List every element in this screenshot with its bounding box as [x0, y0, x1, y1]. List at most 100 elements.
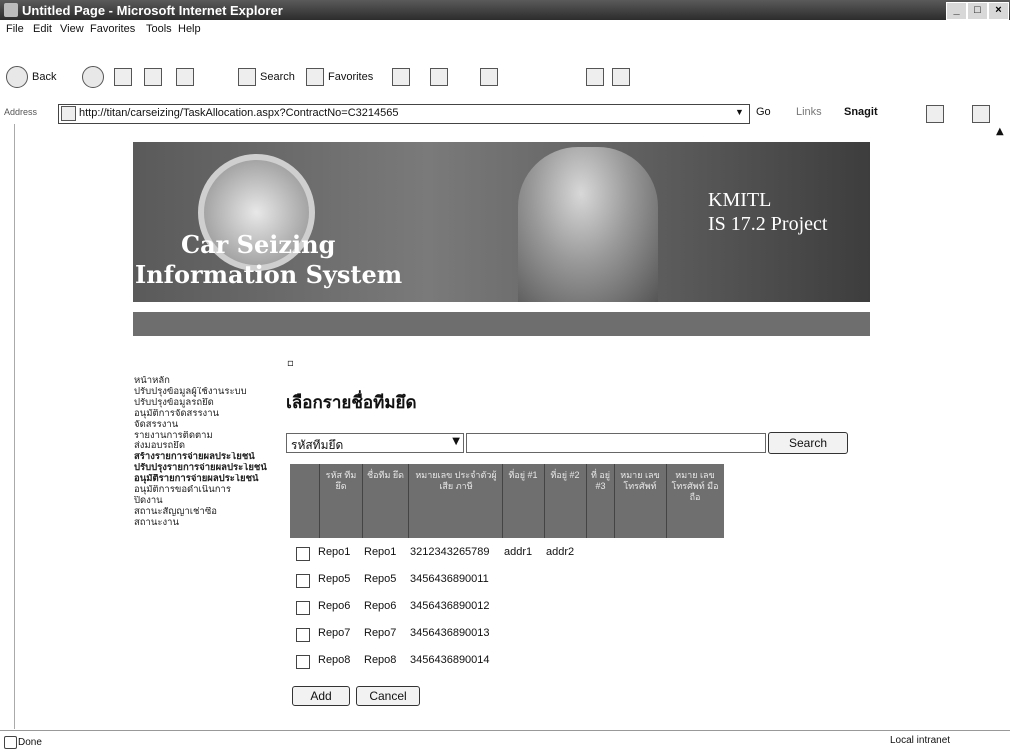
sidebar-item-approve-payment[interactable]: อนุมัติรายการจ่ายผลประโยชน์: [134, 474, 282, 485]
cell-tax-id: 3456436890014: [410, 654, 490, 666]
team-table-header: รหัส ทีมยึด ชื่อทีม ยึด หมายเลข ประจำตัว…: [290, 464, 724, 538]
cell-address-1: addr1: [504, 546, 533, 558]
org-name: KMITL: [708, 189, 772, 211]
menu-file[interactable]: File: [6, 23, 24, 35]
site-banner: Car Seizing Information System KMITL IS …: [133, 142, 870, 302]
address-input[interactable]: http://titan/carseizing/TaskAllocation.a…: [58, 104, 750, 124]
menu-favorites[interactable]: Favorites: [90, 23, 135, 35]
window-title: Untitled Page - Microsoft Internet Explo…: [22, 3, 283, 18]
sidebar-item-approve-request[interactable]: อนุมัติการขอดำเนินการ: [134, 485, 282, 496]
minimize-button[interactable]: _: [946, 2, 967, 20]
cell-tax-id: 3456436890012: [410, 600, 490, 612]
menu-edit[interactable]: Edit: [33, 23, 52, 35]
address-bar: Address http://titan/carseizing/TaskAllo…: [0, 104, 1010, 124]
sidebar-item-allocate[interactable]: จัดสรรงาน: [134, 420, 282, 431]
sidebar-item-approve-allocation[interactable]: อนุมัติการจัดสรรงาน: [134, 409, 282, 420]
broken-image-icon: ▫: [287, 358, 294, 369]
search-button[interactable]: Search: [238, 68, 295, 86]
print-button[interactable]: [480, 68, 498, 86]
page-title: เลือกรายชื่อทีมยึด: [286, 393, 417, 413]
status-text: Done: [18, 737, 42, 748]
media-button[interactable]: [392, 68, 410, 86]
row-checkbox[interactable]: [296, 655, 310, 669]
table-row: Repo6 Repo6 3456436890012: [294, 598, 714, 620]
sidebar-item-close-job[interactable]: ปิดงาน: [134, 496, 282, 507]
page-done-icon: [4, 736, 17, 749]
forward-button[interactable]: [82, 66, 104, 88]
extension-icon[interactable]: [972, 105, 990, 123]
col-header-team-id: รหัส ทีมยึด: [325, 470, 357, 491]
search-label: Search: [260, 71, 295, 83]
search-input[interactable]: [466, 433, 766, 453]
refresh-button[interactable]: [144, 68, 162, 86]
discuss-button[interactable]: [612, 68, 630, 86]
sidebar-item-update-payment[interactable]: ปรับปรุงรายการจ่ายผลประโยชน์: [134, 463, 282, 474]
snagit-button[interactable]: Snagit: [844, 106, 878, 118]
go-button[interactable]: Go: [756, 106, 771, 118]
cell-team-id: Repo7: [318, 627, 351, 639]
stop-icon: [114, 68, 132, 86]
media-icon: [392, 68, 410, 86]
refresh-icon: [144, 68, 162, 86]
page-icon: [61, 106, 76, 121]
scroll-up-arrow-icon[interactable]: ▲: [996, 126, 1004, 137]
col-header-address-1: ที่อยู่ #1: [508, 470, 538, 480]
sidebar-item-create-payment[interactable]: สร้างรายการจ่ายผลประโยชน์: [134, 452, 282, 463]
row-checkbox[interactable]: [296, 601, 310, 615]
maximize-button[interactable]: □: [967, 2, 988, 20]
edit-button[interactable]: [586, 68, 604, 86]
search-field-value: รหัสทีมยึด: [291, 438, 344, 452]
address-dropdown-icon[interactable]: ▼: [735, 107, 744, 117]
sidebar-item-job-status[interactable]: สถานะงาน: [134, 518, 282, 529]
favorites-label: Favorites: [328, 71, 374, 83]
menu-tools[interactable]: Tools: [146, 23, 172, 35]
close-button[interactable]: ×: [988, 2, 1009, 20]
col-header-address-2: ที่อยู่ #2: [550, 470, 580, 480]
col-header-tax-id: หมายเลข ประจำตัวผู้เสีย ภาษี: [415, 470, 497, 491]
row-checkbox[interactable]: [296, 574, 310, 588]
cell-address-2: addr2: [546, 546, 575, 558]
stop-button[interactable]: [114, 68, 132, 86]
star-icon: [306, 68, 324, 86]
print-icon: [480, 68, 498, 86]
search-field-select[interactable]: รหัสทีมยึด ▼: [286, 433, 464, 453]
mail-button[interactable]: [430, 68, 448, 86]
cell-tax-id: 3456436890011: [410, 573, 489, 585]
go-label: Go: [756, 106, 771, 118]
search-icon: [238, 68, 256, 86]
sidebar-item-home[interactable]: หน้าหลัก: [134, 376, 282, 387]
menu-bar: File Edit View Favorites Tools Help: [0, 20, 1010, 38]
col-header-phone: หมาย เลข โทรศัพท์: [620, 470, 660, 491]
sidebar-item-contract-status[interactable]: สถานะสัญญาเช่าซื้อ: [134, 507, 282, 518]
home-button[interactable]: [176, 68, 194, 86]
links-label[interactable]: Links: [796, 106, 822, 118]
zone-indicator: Local intranet: [890, 735, 951, 746]
favorites-button[interactable]: Favorites: [306, 68, 373, 86]
cell-team-name: Repo7: [364, 627, 397, 639]
address-label: Address: [4, 107, 38, 117]
col-header-mobile: หมาย เลข โทรศัพท์ มือถือ: [671, 470, 719, 502]
sidebar-item-vehicles[interactable]: ปรับปรุงข้อมูลรถยึด: [134, 398, 282, 409]
row-checkbox[interactable]: [296, 628, 310, 642]
snagit-capture-icon[interactable]: [926, 105, 944, 123]
menu-help[interactable]: Help: [178, 23, 201, 35]
back-button[interactable]: Back: [6, 66, 56, 88]
table-row: Repo5 Repo5 3456436890011: [294, 571, 714, 593]
row-checkbox[interactable]: [296, 547, 310, 561]
cell-tax-id: 3212343265789: [410, 546, 490, 558]
table-row: Repo8 Repo8 3456436890014: [294, 652, 714, 674]
cell-tax-id: 3456436890013: [410, 627, 490, 639]
col-header-team-name: ชื่อทีม ยึด: [367, 470, 404, 480]
sidebar-item-delivery[interactable]: ส่งมอบรถยึด: [134, 441, 282, 452]
col-header-address-3: ที่ อยู่ #3: [590, 470, 611, 491]
sidebar-item-tracking-report[interactable]: รายงานการติดตาม: [134, 431, 282, 442]
title-bar: Untitled Page - Microsoft Internet Explo…: [0, 0, 1010, 20]
sidebar-item-users[interactable]: ปรับปรุงข้อมูลผู้ใช้งานระบบ: [134, 387, 282, 398]
menu-view[interactable]: View: [60, 23, 84, 35]
nav-band: [133, 312, 870, 336]
cancel-button[interactable]: Cancel: [356, 686, 420, 706]
table-row: Repo7 Repo7 3456436890013: [294, 625, 714, 647]
search-submit-button[interactable]: Search: [768, 432, 848, 454]
cell-team-name: Repo1: [364, 546, 397, 558]
add-button[interactable]: Add: [292, 686, 350, 706]
